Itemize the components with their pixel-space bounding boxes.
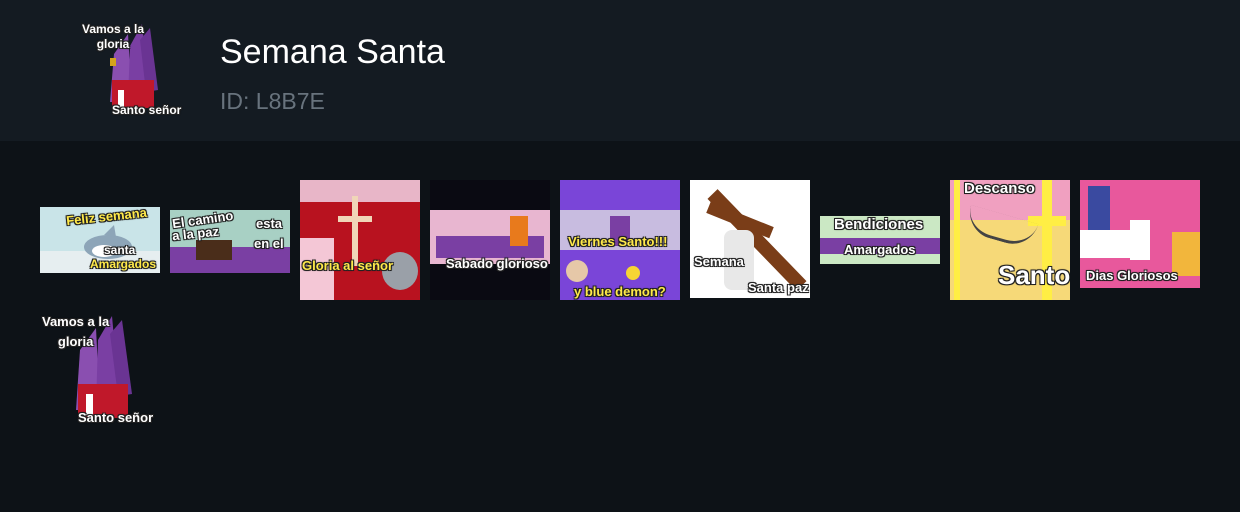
sticker-9-caption-1: Dias Gloriosos (1086, 268, 1178, 283)
sticker-3-caption-1: Gloria al señor (302, 258, 394, 273)
sticker-7-caption-1: Bendiciones (834, 216, 924, 233)
sticker-6-caption-1: Semana (694, 254, 744, 269)
pack-icon-caption-top: Vamos a la gloria (82, 22, 145, 51)
sticker-grid: Feliz semana santa Amargados El camino a… (0, 141, 1240, 512)
sticker-6[interactable]: Semana Santa paz (690, 180, 810, 298)
sticker-2[interactable]: El camino a la paz esta en el (170, 210, 290, 273)
pack-header: Vamos a la gloria Santo señor Semana San… (0, 0, 1240, 141)
sticker-5-caption-1: Viernes Santo!!! (568, 234, 668, 249)
sticker-2-caption-3: esta (256, 216, 283, 231)
sticker-7-caption-2: Amargados (844, 242, 916, 257)
pack-title: Semana Santa (220, 33, 445, 71)
sticker-8[interactable]: Descanso Santo (950, 180, 1070, 300)
sticker-4[interactable]: Sabado glorioso (430, 180, 550, 300)
sticker-5-caption-2: y blue demon? (574, 284, 666, 299)
sticker-5[interactable]: Viernes Santo!!! y blue demon? (560, 180, 680, 300)
pack-icon: Vamos a la gloria Santo señor (80, 20, 182, 120)
sticker-10[interactable]: Vamos a la gloria Santo señor (40, 310, 160, 430)
sticker-1-caption-2: santa (104, 243, 136, 257)
sticker-2-caption-4: en el (254, 236, 284, 251)
sticker-7[interactable]: Bendiciones Amargados (820, 216, 940, 264)
sticker-10-caption-1: Vamos a la gloria (42, 314, 110, 349)
pack-icon-caption-bottom: Santo señor (112, 103, 182, 117)
sticker-1[interactable]: Feliz semana santa Amargados (40, 207, 160, 273)
pack-id: ID: L8B7E (220, 88, 325, 114)
sticker-6-caption-2: Santa paz (748, 280, 809, 295)
sticker-1-caption-3: Amargados (90, 257, 157, 271)
sticker-10-caption-2: Santo señor (78, 410, 154, 425)
sticker-8-caption-1: Descanso (964, 180, 1035, 197)
sticker-9[interactable]: Dias Gloriosos (1080, 180, 1200, 288)
sticker-8-caption-2: Santo (998, 260, 1070, 290)
sticker-3[interactable]: Gloria al señor (300, 180, 420, 300)
sticker-4-caption-1: Sabado glorioso (446, 256, 548, 271)
